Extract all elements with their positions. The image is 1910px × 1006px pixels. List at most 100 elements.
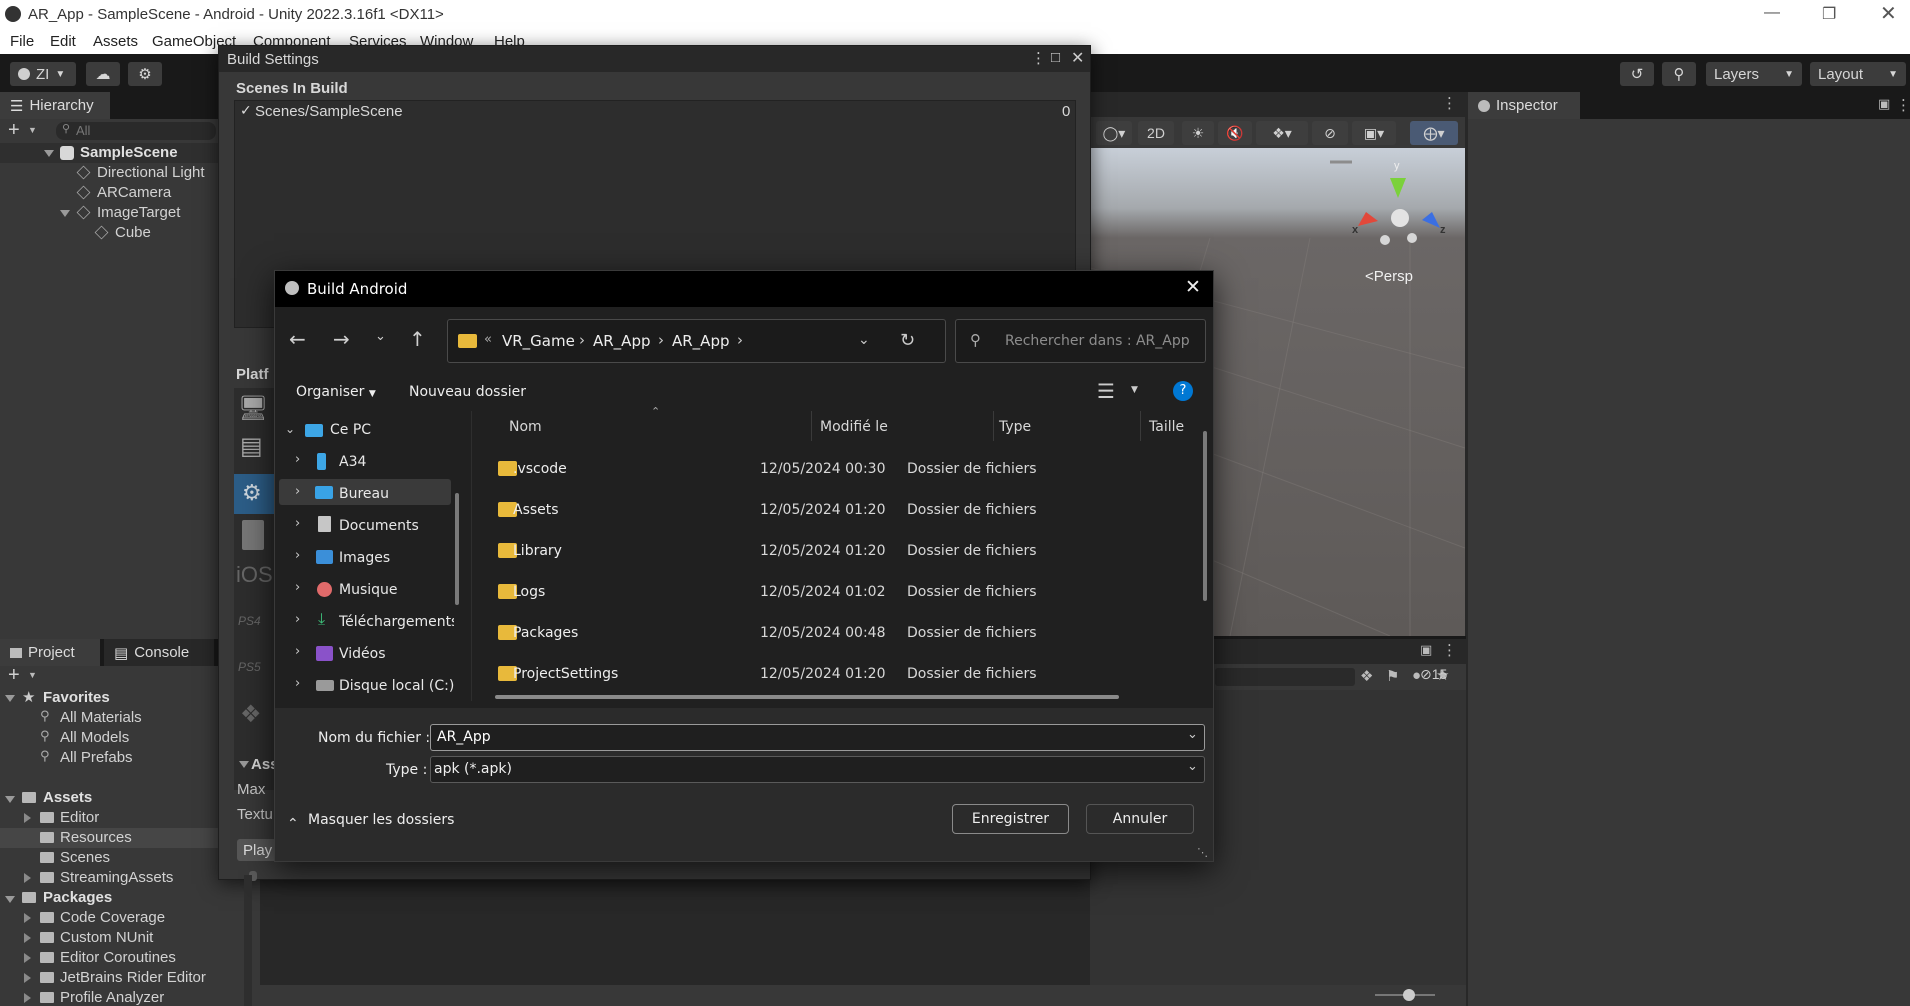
expand-arrow-icon[interactable] bbox=[5, 896, 15, 903]
nav-item-documents[interactable]: Documents bbox=[339, 518, 419, 534]
search-field[interactable]: ⚲ Rechercher dans : AR_App bbox=[955, 319, 1206, 363]
up-arrow-icon[interactable]: ↑ bbox=[409, 327, 426, 351]
chevron-down-icon[interactable]: ⌄ bbox=[285, 422, 295, 436]
file-row[interactable]: Logs 12/05/2024 01:02 Dossier de fichier… bbox=[475, 572, 1190, 613]
layout-dropdown[interactable]: Layout ▼ bbox=[1810, 62, 1906, 86]
ps4-icon[interactable]: PS4 bbox=[238, 614, 261, 628]
favorite-item[interactable]: All Prefabs bbox=[60, 749, 133, 766]
more-icon[interactable]: ⋮ bbox=[1031, 49, 1046, 67]
column-divider[interactable] bbox=[1140, 411, 1141, 441]
nav-item-images[interactable]: Images bbox=[339, 550, 390, 566]
asset-folder-editor[interactable]: Editor bbox=[60, 809, 99, 826]
lighting-toggle[interactable]: ☀ bbox=[1182, 121, 1214, 145]
column-header-size[interactable]: Taille bbox=[1149, 419, 1184, 435]
favorite-item[interactable]: All Models bbox=[60, 729, 129, 746]
recent-chevron-icon[interactable]: ⌄ bbox=[375, 329, 386, 344]
file-row[interactable]: ProjectSettings 12/05/2024 01:20 Dossier… bbox=[475, 654, 1190, 695]
expand-arrow-icon[interactable] bbox=[60, 210, 70, 217]
favorites-label[interactable]: Favorites bbox=[43, 689, 110, 706]
nav-item-ce-pc[interactable]: Ce PC bbox=[330, 422, 371, 438]
assets-label[interactable]: Assets bbox=[43, 789, 92, 806]
menu-file[interactable]: File bbox=[10, 33, 34, 50]
2d-toggle[interactable]: 2D bbox=[1138, 121, 1174, 145]
platform-android-selected[interactable]: ⚙ bbox=[234, 474, 274, 514]
nav-scrollbar[interactable] bbox=[455, 493, 459, 605]
hierarchy-item-imagetarget[interactable]: ImageTarget bbox=[97, 204, 180, 221]
hide-folders-button[interactable]: Masquer les dossiers bbox=[308, 812, 454, 828]
expand-arrow-icon[interactable] bbox=[24, 873, 31, 883]
new-folder-button[interactable]: Nouveau dossier bbox=[409, 384, 526, 400]
breadcrumb-item[interactable]: AR_App bbox=[593, 332, 651, 350]
chevron-right-icon[interactable]: › bbox=[295, 580, 300, 595]
hierarchy-item-directional-light[interactable]: Directional Light bbox=[97, 164, 205, 181]
column-header-name[interactable]: Nom bbox=[509, 419, 542, 435]
column-header-type[interactable]: Type bbox=[999, 419, 1031, 435]
file-row[interactable]: Packages 12/05/2024 00:48 Dossier de fic… bbox=[475, 613, 1190, 654]
more-icon[interactable]: ⋮ bbox=[1442, 641, 1457, 659]
asset-search-input[interactable] bbox=[1215, 668, 1355, 686]
expand-arrow-icon[interactable] bbox=[239, 761, 249, 768]
column-divider[interactable] bbox=[811, 411, 812, 441]
search-button[interactable]: ⚲ bbox=[1662, 62, 1696, 86]
expand-arrow-icon[interactable] bbox=[24, 813, 31, 823]
nav-item-telechargements[interactable]: Téléchargements bbox=[339, 614, 454, 630]
menu-edit[interactable]: Edit bbox=[50, 33, 76, 50]
checkbox-checked-icon[interactable]: ✓ bbox=[240, 102, 252, 119]
package-item[interactable]: Code Coverage bbox=[60, 909, 165, 926]
chevron-down-icon[interactable]: ⌄ bbox=[858, 332, 870, 348]
hidden-count[interactable]: ⊘15 bbox=[1420, 666, 1447, 688]
project-scrollbar[interactable] bbox=[244, 875, 252, 1006]
hierarchy-item-arcamera[interactable]: ARCamera bbox=[97, 184, 171, 201]
gizmos-toggle[interactable]: ⨁▾ bbox=[1410, 121, 1458, 145]
close-icon[interactable]: ✕ bbox=[1071, 48, 1084, 68]
scene-entry[interactable]: Scenes/SampleScene bbox=[255, 103, 403, 120]
ps5-icon[interactable]: PS5 bbox=[238, 660, 261, 674]
history-button[interactable]: ↺ bbox=[1620, 62, 1654, 86]
slider-thumb[interactable] bbox=[1403, 989, 1415, 1001]
chevron-right-icon[interactable]: › bbox=[295, 484, 300, 499]
file-row[interactable]: Library 12/05/2024 01:20 Dossier de fich… bbox=[475, 531, 1190, 572]
packages-label[interactable]: Packages bbox=[43, 889, 112, 906]
cancel-button[interactable]: Annuler bbox=[1086, 804, 1194, 834]
nav-item-disque-local[interactable]: Disque local (C:) bbox=[339, 678, 454, 694]
filename-input[interactable]: AR_App ⌄ bbox=[430, 724, 1205, 751]
collab-button[interactable]: ⚙ bbox=[128, 62, 162, 86]
maximize-icon[interactable]: □ bbox=[1051, 49, 1060, 66]
chevron-right-icon[interactable]: › bbox=[295, 612, 300, 627]
add-icon[interactable]: + bbox=[8, 664, 20, 687]
expand-arrow-icon[interactable] bbox=[24, 993, 31, 1003]
add-icon[interactable]: + bbox=[8, 119, 20, 142]
chevron-right-icon[interactable]: › bbox=[295, 548, 300, 563]
address-bar[interactable]: « VR_Game › AR_App › AR_App › ⌄ ↻ bbox=[447, 319, 946, 363]
chevron-right-icon[interactable]: › bbox=[295, 516, 300, 531]
camera-settings[interactable]: ▣▾ bbox=[1352, 121, 1396, 145]
chevron-right-icon[interactable]: › bbox=[295, 452, 300, 467]
cloud-button[interactable]: ☁ bbox=[86, 62, 120, 86]
platform-ios-label[interactable]: iOS bbox=[236, 562, 273, 588]
nav-item-musique[interactable]: Musique bbox=[339, 582, 398, 598]
restore-icon[interactable]: ❐ bbox=[1822, 4, 1836, 24]
asset-folder-resources[interactable]: Resources bbox=[60, 829, 132, 846]
more-icon[interactable]: ⋮ bbox=[1442, 94, 1457, 112]
resize-grip-icon[interactable]: ⋱ bbox=[1197, 846, 1208, 859]
package-item[interactable]: Custom NUnit bbox=[60, 929, 153, 946]
file-list-hscrollbar[interactable] bbox=[495, 695, 1119, 699]
help-icon[interactable]: ? bbox=[1173, 381, 1193, 401]
forward-arrow-icon[interactable]: → bbox=[333, 327, 350, 351]
breadcrumb-item[interactable]: VR_Game bbox=[502, 332, 575, 350]
chevron-down-icon[interactable]: ⌄ bbox=[1187, 727, 1198, 742]
persp-label[interactable]: <Persp bbox=[1365, 268, 1413, 285]
tab-hierarchy[interactable]: ☰ Hierarchy bbox=[0, 92, 110, 119]
chevron-down-icon[interactable]: ▼ bbox=[28, 125, 37, 135]
breadcrumb-item[interactable]: AR_App bbox=[672, 332, 730, 350]
close-icon[interactable]: ✕ bbox=[1880, 1, 1897, 26]
chevron-right-icon[interactable]: › bbox=[295, 676, 300, 691]
asset-folder-scenes[interactable]: Scenes bbox=[60, 849, 110, 866]
package-item[interactable]: Profile Analyzer bbox=[60, 989, 164, 1006]
column-header-modified[interactable]: Modifié le bbox=[820, 419, 888, 435]
lock-icon[interactable]: ▣ bbox=[1878, 96, 1890, 112]
layers-dropdown[interactable]: Layers ▼ bbox=[1706, 62, 1802, 86]
expand-arrow-icon[interactable] bbox=[5, 796, 15, 803]
expand-arrow-icon[interactable] bbox=[24, 953, 31, 963]
expand-arrow-icon[interactable] bbox=[24, 913, 31, 923]
